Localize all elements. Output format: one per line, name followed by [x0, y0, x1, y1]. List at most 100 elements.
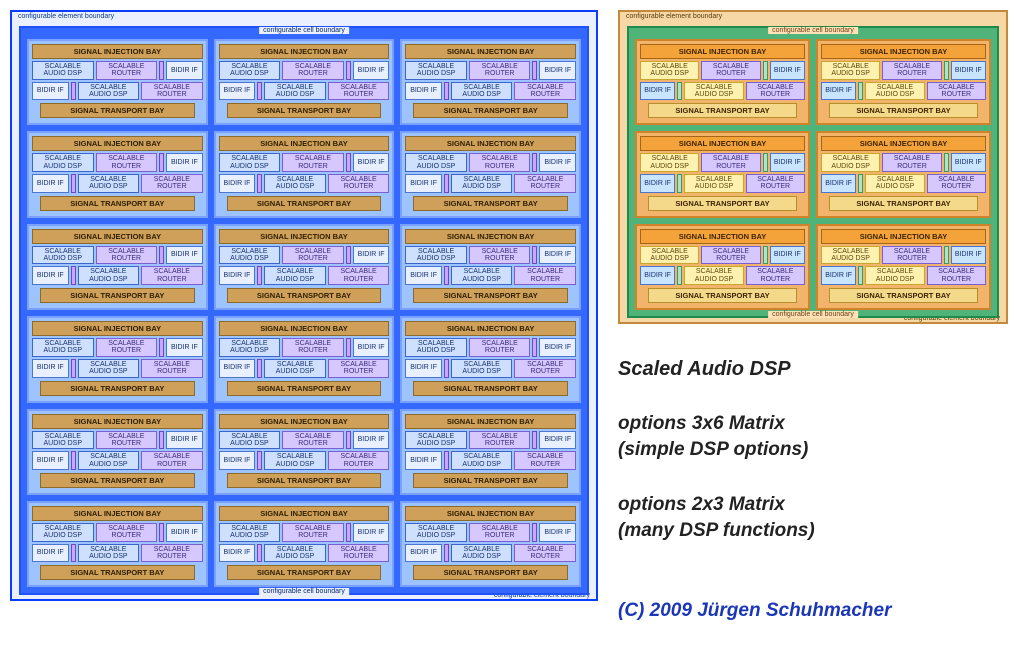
- pipe: [159, 431, 164, 450]
- scalable-audio-dsp: SCALABLE AUDIO DSP: [640, 153, 699, 172]
- right-matrix-grid: SIGNAL INJECTION BAY SCALABLE AUDIO DSP …: [632, 31, 994, 313]
- signal-transport-bay: SIGNAL TRANSPORT BAY: [829, 288, 978, 303]
- scalable-router: SCALABLE ROUTER: [328, 544, 390, 563]
- bidir-if: BIDIR IF: [821, 82, 856, 101]
- pipe: [532, 523, 537, 542]
- signal-injection-bay: SIGNAL INJECTION BAY: [219, 136, 390, 151]
- signal-injection-bay: SIGNAL INJECTION BAY: [405, 229, 576, 244]
- pipe: [444, 82, 449, 101]
- option-2-line2: (many DSP functions): [618, 518, 1008, 544]
- bidir-if: BIDIR IF: [539, 61, 576, 80]
- signal-injection-bay: SIGNAL INJECTION BAY: [32, 321, 203, 336]
- signal-injection-bay: SIGNAL INJECTION BAY: [405, 136, 576, 151]
- signal-transport-bay: SIGNAL TRANSPORT BAY: [413, 288, 568, 303]
- scalable-audio-dsp: SCALABLE AUDIO DSP: [264, 266, 326, 285]
- bidir-if: BIDIR IF: [219, 174, 256, 193]
- pipe: [257, 174, 262, 193]
- dsp-unit: SIGNAL INJECTION BAY SCALABLE AUDIO DSP …: [400, 501, 581, 587]
- signal-transport-bay: SIGNAL TRANSPORT BAY: [40, 565, 195, 580]
- scalable-router: SCALABLE ROUTER: [141, 82, 203, 101]
- scalable-audio-dsp: SCALABLE AUDIO DSP: [219, 338, 281, 357]
- scalable-router: SCALABLE ROUTER: [927, 266, 986, 285]
- bidir-if: BIDIR IF: [353, 246, 390, 265]
- bidir-if: BIDIR IF: [166, 153, 203, 172]
- pipe: [257, 82, 262, 101]
- bidir-if: BIDIR IF: [219, 82, 256, 101]
- scalable-router: SCALABLE ROUTER: [746, 174, 805, 193]
- bidir-if: BIDIR IF: [166, 338, 203, 357]
- pipe: [257, 266, 262, 285]
- scalable-audio-dsp: SCALABLE AUDIO DSP: [865, 82, 924, 101]
- pipe: [159, 61, 164, 80]
- scalable-audio-dsp: SCALABLE AUDIO DSP: [219, 246, 281, 265]
- scalable-router: SCALABLE ROUTER: [141, 359, 203, 378]
- bidir-if: BIDIR IF: [32, 174, 69, 193]
- pipe: [677, 82, 682, 101]
- bidir-if: BIDIR IF: [405, 266, 442, 285]
- scalable-router: SCALABLE ROUTER: [282, 153, 344, 172]
- signal-injection-bay: SIGNAL INJECTION BAY: [405, 321, 576, 336]
- bidir-if: BIDIR IF: [219, 544, 256, 563]
- bidir-if: BIDIR IF: [640, 174, 675, 193]
- pipe: [763, 246, 768, 265]
- cell-boundary-label: configurable cell boundary: [259, 588, 349, 595]
- pipe: [346, 153, 351, 172]
- signal-injection-bay: SIGNAL INJECTION BAY: [219, 506, 390, 521]
- dsp-unit: SIGNAL INJECTION BAY SCALABLE AUDIO DSP …: [27, 39, 208, 125]
- signal-injection-bay: SIGNAL INJECTION BAY: [219, 44, 390, 59]
- scalable-router: SCALABLE ROUTER: [882, 153, 941, 172]
- dsp-unit: SIGNAL INJECTION BAY SCALABLE AUDIO DSP …: [400, 224, 581, 310]
- scalable-router: SCALABLE ROUTER: [328, 82, 390, 101]
- pipe: [858, 266, 863, 285]
- signal-transport-bay: SIGNAL TRANSPORT BAY: [227, 473, 382, 488]
- signal-transport-bay: SIGNAL TRANSPORT BAY: [40, 381, 195, 396]
- scalable-router: SCALABLE ROUTER: [328, 174, 390, 193]
- scalable-audio-dsp: SCALABLE AUDIO DSP: [405, 338, 467, 357]
- pipe: [71, 82, 76, 101]
- pipe: [532, 153, 537, 172]
- bidir-if: BIDIR IF: [353, 338, 390, 357]
- scalable-audio-dsp: SCALABLE AUDIO DSP: [78, 359, 140, 378]
- signal-transport-bay: SIGNAL TRANSPORT BAY: [829, 196, 978, 211]
- dsp-unit: SIGNAL INJECTION BAY SCALABLE AUDIO DSP …: [400, 409, 581, 495]
- pipe: [444, 544, 449, 563]
- signal-transport-bay: SIGNAL TRANSPORT BAY: [413, 473, 568, 488]
- pipe: [763, 61, 768, 80]
- dsp-unit: SIGNAL INJECTION BAY SCALABLE AUDIO DSP …: [635, 224, 810, 310]
- option-2-line1: options 2x3 Matrix: [618, 492, 1008, 518]
- dsp-unit: SIGNAL INJECTION BAY SCALABLE AUDIO DSP …: [816, 131, 991, 217]
- bidir-if: BIDIR IF: [32, 451, 69, 470]
- scalable-audio-dsp: SCALABLE AUDIO DSP: [405, 153, 467, 172]
- pipe: [944, 153, 949, 172]
- scalable-router: SCALABLE ROUTER: [469, 153, 531, 172]
- scalable-audio-dsp: SCALABLE AUDIO DSP: [865, 266, 924, 285]
- pipe: [532, 338, 537, 357]
- bidir-if: BIDIR IF: [166, 523, 203, 542]
- bidir-if: BIDIR IF: [166, 246, 203, 265]
- pipe: [159, 338, 164, 357]
- dsp-unit: SIGNAL INJECTION BAY SCALABLE AUDIO DSP …: [400, 131, 581, 217]
- scalable-audio-dsp: SCALABLE AUDIO DSP: [32, 431, 94, 450]
- scalable-audio-dsp: SCALABLE AUDIO DSP: [684, 82, 743, 101]
- scalable-router: SCALABLE ROUTER: [514, 451, 576, 470]
- scalable-audio-dsp: SCALABLE AUDIO DSP: [640, 246, 699, 265]
- dsp-unit: SIGNAL INJECTION BAY SCALABLE AUDIO DSP …: [816, 39, 991, 125]
- signal-transport-bay: SIGNAL TRANSPORT BAY: [227, 381, 382, 396]
- bidir-if: BIDIR IF: [405, 544, 442, 563]
- scalable-audio-dsp: SCALABLE AUDIO DSP: [78, 266, 140, 285]
- dsp-unit: SIGNAL INJECTION BAY SCALABLE AUDIO DSP …: [214, 409, 395, 495]
- option-1-line1: options 3x6 Matrix: [618, 411, 1008, 437]
- scalable-audio-dsp: SCALABLE AUDIO DSP: [405, 61, 467, 80]
- signal-transport-bay: SIGNAL TRANSPORT BAY: [227, 103, 382, 118]
- scalable-router: SCALABLE ROUTER: [328, 451, 390, 470]
- bidir-if: BIDIR IF: [32, 359, 69, 378]
- scalable-audio-dsp: SCALABLE AUDIO DSP: [451, 82, 513, 101]
- bidir-if: BIDIR IF: [219, 359, 256, 378]
- dsp-unit: SIGNAL INJECTION BAY SCALABLE AUDIO DSP …: [816, 224, 991, 310]
- pipe: [159, 246, 164, 265]
- copyright: (C) 2009 Jürgen Schuhmacher: [618, 600, 1008, 622]
- cell-boundary-label: configurable cell boundary: [768, 311, 858, 318]
- bidir-if: BIDIR IF: [405, 82, 442, 101]
- bidir-if: BIDIR IF: [539, 431, 576, 450]
- bidir-if: BIDIR IF: [353, 523, 390, 542]
